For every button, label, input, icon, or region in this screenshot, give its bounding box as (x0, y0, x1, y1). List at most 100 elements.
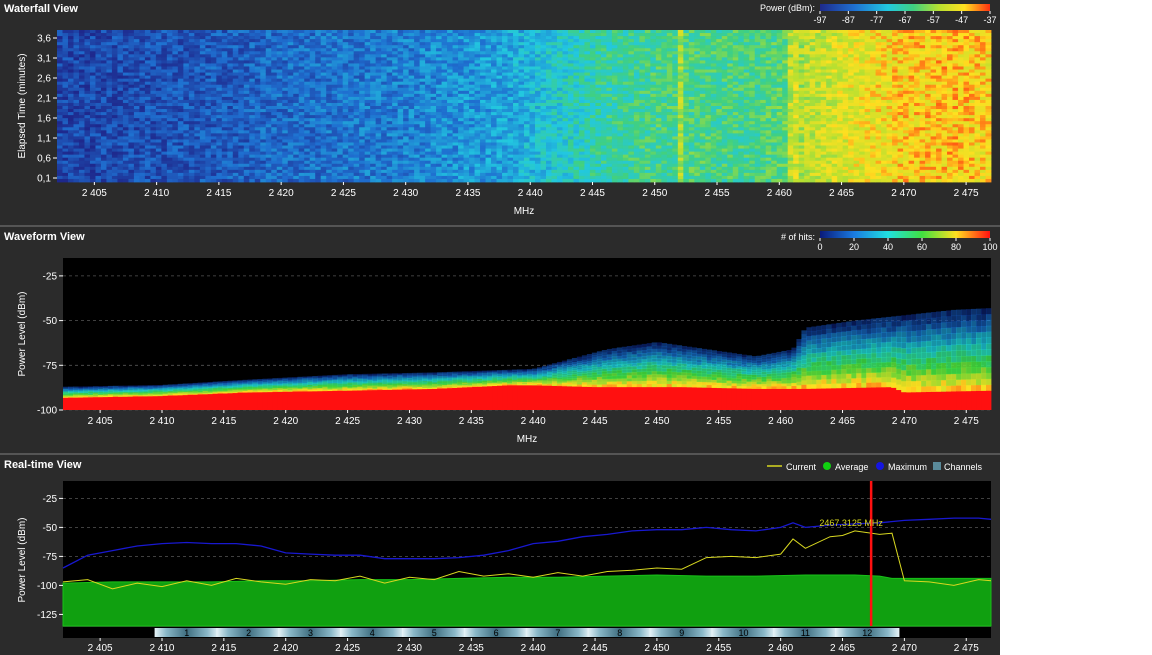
waterfall-cell (282, 90, 289, 95)
waterfall-cell (232, 54, 239, 58)
waterfall-cell (177, 142, 184, 146)
waterfall-cell (133, 157, 140, 162)
waterfall-cell (375, 33, 382, 37)
waterfall-cell (375, 115, 382, 119)
waterfall-cell (578, 36, 585, 40)
waterfall-cell (155, 57, 162, 61)
waterfall-cell (502, 118, 508, 122)
waterfall-cell (315, 63, 322, 67)
waterfall-cell (199, 51, 206, 55)
waterfall-cell (458, 30, 464, 34)
waterfall-cell (78, 166, 85, 171)
waterfall-cell (348, 121, 355, 125)
waterfall-cell (414, 33, 421, 37)
waterfall-cell (221, 142, 228, 146)
waterfall-cell (353, 42, 360, 46)
waterfall-cell (381, 145, 388, 149)
waterfall-cell (227, 36, 234, 40)
waterfall-cell (524, 96, 530, 101)
waterfall-cell (474, 87, 481, 92)
waterfall-cell (463, 66, 470, 70)
waterfall-cell (419, 136, 426, 140)
waterfall-cell (161, 63, 168, 67)
waterfall-cell (353, 106, 360, 110)
waterfall-cell (556, 48, 563, 52)
waterfall-cell (194, 81, 201, 86)
waterfall-cell (161, 102, 168, 107)
waterfall-cell (78, 133, 85, 137)
waterfall-cell (260, 175, 267, 180)
waterfall-cell (232, 121, 239, 125)
waterfall-cell (474, 84, 481, 89)
waterfall-cell (567, 148, 574, 152)
waterfall-cell (315, 133, 322, 137)
waterfall-cell (188, 142, 195, 146)
waterfall-cell (540, 163, 547, 168)
waterfall-cell (260, 45, 267, 49)
waterfall-cell (562, 33, 569, 37)
waterfall-cell (150, 63, 157, 67)
waterfall-cell (600, 45, 607, 49)
waterfall-cell (529, 130, 536, 134)
waterfall-cell (243, 81, 250, 86)
waterfall-cell (166, 93, 173, 98)
waterfall-cell (562, 160, 569, 165)
waterfall-cell (254, 42, 261, 46)
waterfall-cell (485, 148, 492, 152)
waterfall-cell (62, 160, 69, 165)
waterfall-cell (304, 93, 311, 98)
waterfall-cell (122, 178, 129, 183)
waterfall-cell (419, 90, 426, 95)
waterfall-cell (320, 87, 327, 92)
waterfall-cell (128, 93, 135, 98)
waterfall-cell (556, 51, 563, 55)
waterfall-cell (359, 175, 366, 180)
waterfall-cell (419, 96, 426, 101)
waterfall-cell (359, 148, 366, 152)
waterfall-heatmap[interactable] (57, 30, 992, 183)
waterfall-cell (106, 42, 113, 46)
waterfall-cell (166, 51, 173, 55)
waterfall-cell (425, 93, 431, 98)
waterfall-cell (545, 175, 552, 180)
waterfall-cell (304, 106, 311, 110)
waterfall-cell (436, 127, 442, 131)
waterfall-cell (78, 81, 85, 86)
waterfall-cell (595, 157, 602, 162)
waterfall-cell (150, 172, 157, 177)
waterfall-cell (436, 51, 442, 55)
waterfall-cell (331, 72, 338, 76)
waterfall-cell (320, 45, 327, 49)
waterfall-cell (161, 136, 168, 140)
waterfall-cell (392, 42, 399, 46)
waterfall-cell (309, 75, 316, 80)
waterfall-cell (524, 63, 530, 67)
waterfall-cell (128, 160, 135, 165)
waterfall-cell (584, 115, 591, 119)
waterfall-cell (491, 84, 497, 89)
waterfall-cell (513, 90, 519, 95)
waterfall-cell (491, 136, 497, 140)
waterfall-cell (304, 96, 311, 101)
waterfall-cell (397, 127, 404, 131)
waterfall-cell (452, 172, 459, 177)
waterfall-cell (282, 36, 289, 40)
waterfall-cell (403, 148, 410, 152)
waterfall-cell (540, 130, 547, 134)
waterfall-cell (573, 102, 580, 107)
waterfall-cell (331, 175, 338, 180)
waterfall-cell (507, 136, 514, 140)
waterfall-cell (529, 151, 536, 156)
waterfall-cell (84, 121, 91, 125)
waterfall-cell (265, 54, 272, 58)
waterfall-cell (221, 48, 228, 52)
waterfall-cell (529, 102, 536, 107)
waterfall-cell (551, 172, 558, 177)
waterfall-cell (282, 102, 289, 107)
waterfall-cell (463, 54, 470, 58)
waterfall-cell (447, 118, 453, 122)
waterfall-cell (364, 90, 371, 95)
waterfall-cell (408, 106, 415, 110)
waterfall-cell (589, 133, 596, 137)
waterfall-cell (221, 121, 228, 125)
